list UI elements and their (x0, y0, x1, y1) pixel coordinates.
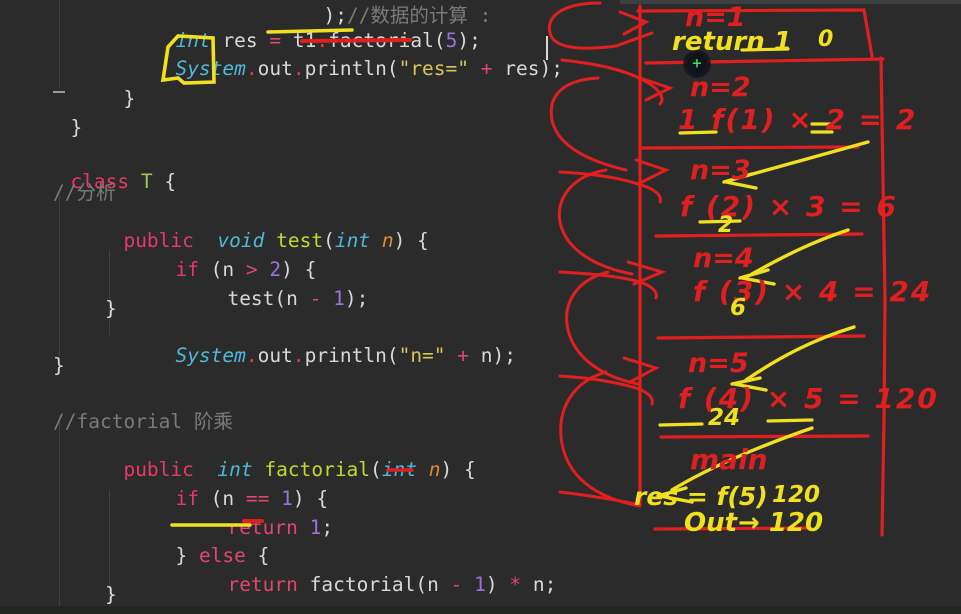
token-field-out-2: out (257, 344, 293, 367)
note-n5: n=5 (688, 348, 749, 379)
token-class-system-2: System (175, 344, 246, 367)
underline-5 (766, 418, 814, 423)
code-line-10: test(n - 1); (227, 287, 369, 310)
return-arrow-2 (750, 228, 850, 276)
note-res: res = f(5) (634, 482, 768, 511)
note-f3x4: f (3) × 4 = 24 (693, 275, 933, 308)
yellow-eq-1 (810, 122, 834, 134)
code-line-4: } (70, 116, 83, 139)
token-field-out: out (257, 57, 293, 80)
frame-right-spine (879, 56, 887, 537)
underline-return1 (740, 47, 790, 52)
code-line-12: System.out.println("n=" + n); (175, 344, 517, 367)
note-sub2: 2 (718, 213, 734, 238)
return-arrow-1 (736, 140, 870, 180)
divider-1 (644, 57, 885, 65)
token-string-n: "n=" (398, 344, 446, 367)
divider-5 (659, 434, 870, 439)
text-caret (546, 36, 548, 60)
brace-match-underline (53, 91, 65, 93)
divider-4 (656, 334, 866, 340)
code-line-11: } (105, 297, 117, 320)
return-arrow-2-head (738, 268, 776, 286)
note-sub6: 6 (730, 295, 747, 321)
code-editor[interactable]: );//数据的计算 : int res = t1.factorial(5); S… (0, 0, 620, 614)
call-arrow-3-head (634, 158, 670, 184)
return-arrow-3-head (730, 376, 768, 392)
note-out: Out (684, 508, 738, 538)
note-f2x3: f (2) × 3 = 6 (680, 190, 898, 223)
code-line-20: return factorial(n - 1) * n; (227, 573, 557, 596)
return-arrow-1-head (722, 172, 758, 190)
divider-2 (639, 145, 860, 150)
token-param-n: n (381, 229, 394, 252)
call-arrow-2-head (638, 76, 674, 102)
call-arrow-1-head (618, 10, 650, 36)
divider-6 (653, 526, 810, 531)
token-keyword-return-2: return (227, 573, 298, 596)
token-string-res: "res=" (398, 57, 470, 80)
note-n3: n=3 (690, 155, 751, 186)
underline-f1 (678, 130, 718, 135)
return-arrow-4-head (656, 486, 694, 504)
code-line-2: System.out.println("res=" + res); (175, 57, 563, 80)
app-root: );//数据的计算 : int res = t1.factorial(5); S… (0, 0, 961, 614)
note-f1x2: 1 f(1) × 2 = 2 (678, 103, 918, 136)
note-n4: n=4 (693, 243, 754, 274)
note-f4x5: f (4) × 5 = 120 (678, 382, 939, 415)
token-param-n-2: n (428, 458, 441, 481)
code-line-21: } (105, 583, 117, 606)
note-main: main (690, 443, 768, 476)
token-call-factorial: factorial (309, 573, 416, 596)
divider-3 (654, 232, 864, 238)
token-type-int-2: int (334, 229, 371, 252)
frame-top-line (636, 8, 874, 58)
token-call-test: test (227, 287, 275, 310)
token-method-println-2: println (304, 344, 387, 367)
note-out-arrow: → 120 (738, 508, 824, 538)
code-line-7-comment: //分析 (53, 181, 116, 204)
token-method-println: println (304, 57, 387, 80)
return-arrow-4 (670, 426, 814, 492)
call-arrow-4-head (626, 260, 667, 286)
note-res-val: 120 (772, 482, 821, 508)
note-n1: n=1 (685, 2, 746, 33)
code-line-15-comment: //factorial 阶乘 (53, 410, 233, 433)
token-class-T: T (140, 170, 153, 193)
window-bottom-strip (0, 606, 961, 614)
token-type-int-4: int (381, 458, 418, 481)
code-line-13: } (53, 354, 65, 377)
return-arrow-3 (744, 325, 856, 382)
note-sub24: 24 (708, 405, 741, 431)
underline-f2 (698, 219, 742, 224)
annotation-cursor[interactable]: + (683, 50, 711, 78)
note-zero: 0 (818, 27, 834, 52)
crosshair-icon: + (691, 56, 703, 72)
token-class-system: System (175, 57, 246, 80)
underline-f4 (658, 422, 704, 427)
call-arrow-5-head (622, 356, 660, 384)
